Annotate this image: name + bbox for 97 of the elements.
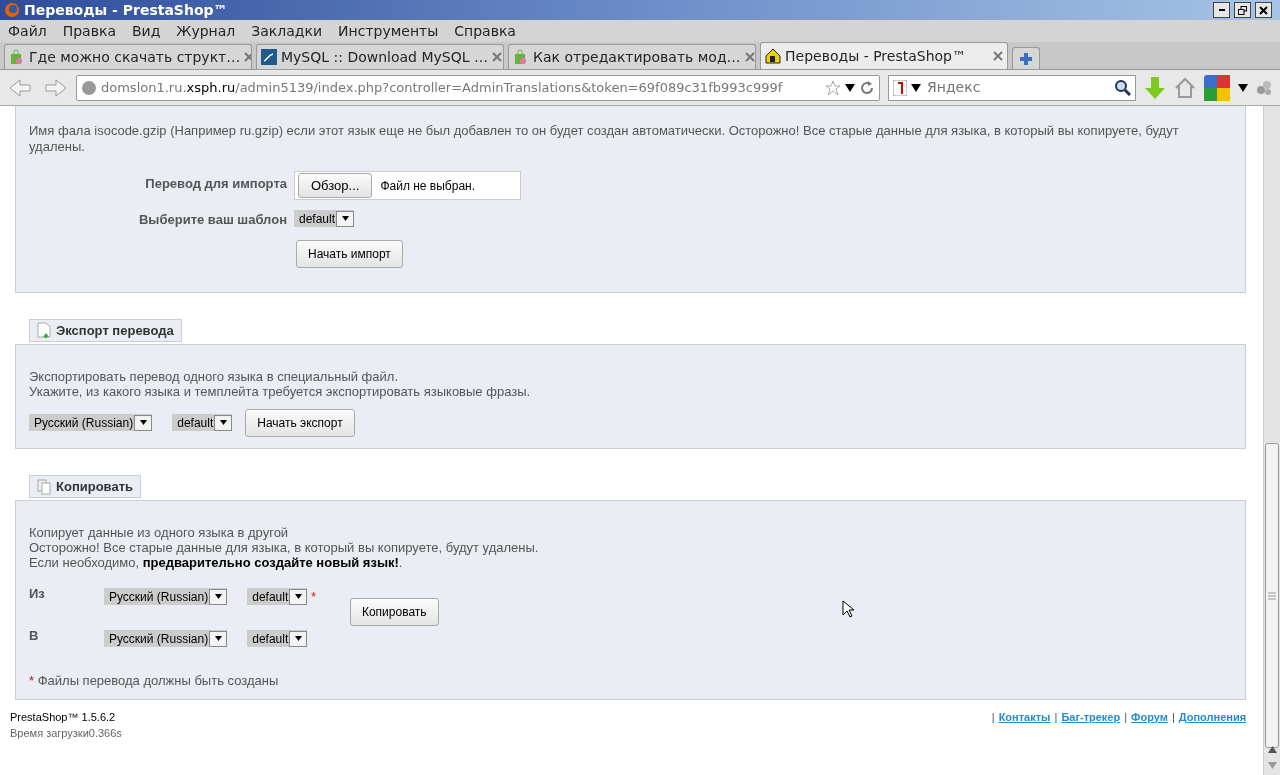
dropdown-arrow-icon[interactable] [845, 83, 855, 92]
separator: | [991, 709, 995, 725]
close-button[interactable] [1255, 2, 1272, 18]
close-icon[interactable] [993, 51, 1003, 61]
footer-link[interactable]: Форум [1131, 708, 1168, 725]
panel-text: Укажите, из какого языка и темплейта требуется экспортировать языковые фразы. [29, 383, 532, 399]
dropdown[interactable]: Русский (Russian) [104, 588, 228, 605]
separator: | [1054, 709, 1058, 725]
footer-link[interactable]: Дополнения [1178, 708, 1247, 725]
shopping-bag-icon [9, 49, 25, 65]
start-export-button[interactable]: Начать экспорт [245, 408, 355, 437]
tab-label: Где можно скачать структ… [29, 47, 241, 67]
close-icon[interactable] [244, 52, 251, 62]
forward-arrow-icon[interactable] [42, 77, 68, 98]
reload-icon[interactable] [859, 79, 875, 96]
required-mark: * [29, 673, 35, 688]
close-icon[interactable] [744, 52, 755, 62]
dropdown[interactable]: Русский (Russian) [29, 414, 153, 432]
load-time-text: Время загрузки0.366s [10, 726, 122, 741]
search-field[interactable]: Яндекс [888, 74, 1136, 101]
pages-icon [37, 478, 51, 495]
field-label: Перевод для импорта [144, 175, 287, 193]
close-icon [1259, 5, 1268, 15]
legend-title: Экспорт перевода [56, 321, 174, 340]
scroll-up-icon[interactable] [1268, 746, 1278, 753]
star-icon[interactable] [825, 79, 841, 96]
panel-text: Копирует данные из одного языка в другой [29, 525, 290, 540]
browser-tab[interactable]: MySQL :: Download MySQL … [256, 44, 504, 69]
browser-tab[interactable]: Переводы - PrestaShop™ [760, 42, 1008, 69]
menu-item[interactable]: Инструменты [338, 20, 439, 42]
menu-item[interactable]: Вид [131, 20, 161, 42]
separator: | [1171, 709, 1175, 725]
tab-label: MySQL :: Download MySQL … [281, 47, 488, 67]
dropdown[interactable]: default [247, 630, 308, 647]
minimize-icon [1218, 9, 1225, 11]
browser-tab[interactable]: Как отредактировать мод… [508, 44, 756, 69]
dropdown-arrow-icon [341, 216, 349, 221]
shopping-bag-icon [513, 49, 529, 65]
scrollbar[interactable] [1263, 106, 1280, 775]
dropdown-arrow-icon [139, 420, 147, 426]
dropdown[interactable]: Русский (Russian) [104, 630, 228, 647]
house-icon [765, 48, 781, 64]
dropdown[interactable]: default [294, 210, 355, 227]
dropdown-arrow-icon [214, 594, 222, 599]
document-icon [37, 322, 51, 339]
restore-button[interactable] [1234, 2, 1251, 18]
new-tab-button[interactable] [1012, 47, 1040, 69]
footer-link[interactable]: Контакты [998, 708, 1051, 725]
file-input[interactable]: Обзор... Файл не выбран. [294, 171, 521, 200]
dropdown-arrow-icon [911, 83, 921, 92]
footnote-text: Файлы перевода должны быть созданы [37, 673, 279, 688]
download-arrow-icon[interactable] [1144, 75, 1166, 100]
menu-item[interactable]: Журнал [176, 20, 236, 42]
legend-title: Копировать [56, 477, 133, 496]
grip-icon [1268, 591, 1277, 600]
search-icon[interactable] [1115, 79, 1131, 96]
dropdown-arrow-icon [219, 420, 227, 426]
restore-icon [1238, 5, 1247, 15]
tab-label: Как отредактировать мод… [533, 47, 741, 67]
back-arrow-icon[interactable] [8, 77, 34, 98]
dropdown[interactable]: default [247, 588, 308, 605]
panel-text: Осторожно! Все старые данные для языка, в который вы копируете, будут удалены. [29, 540, 540, 555]
start-import-button[interactable]: Начать импорт [296, 239, 403, 268]
menu-item[interactable]: Закладки [251, 20, 323, 42]
menu-item[interactable]: Правка [62, 20, 116, 42]
window-title: Переводы - PrestaShop™ [24, 0, 228, 20]
scroll-down-icon[interactable] [1268, 762, 1278, 769]
addon-icon[interactable] [1256, 79, 1272, 96]
browser-tab[interactable]: Где можно скачать структ… [4, 44, 252, 69]
version-text: PrestaShop™ 1.5.6.2 [10, 709, 117, 725]
plus-icon [1019, 51, 1033, 66]
dropdown-arrow-icon[interactable] [1238, 83, 1248, 92]
dropdown[interactable]: default [172, 414, 233, 432]
copy-button[interactable]: Копировать [349, 597, 439, 626]
menu-item[interactable]: Файл [8, 20, 47, 42]
globe-icon [81, 79, 97, 96]
separator: | [1124, 709, 1128, 725]
address-field[interactable]: domslon1.ru.xsph.ru/admin5139/index.php?controller=AdminTranslations&token=69f089c31fb993c999f [76, 74, 880, 101]
dropdown-arrow-icon [214, 636, 222, 641]
home-icon[interactable] [1174, 76, 1196, 99]
minimize-button[interactable] [1213, 2, 1230, 18]
close-icon[interactable] [491, 52, 502, 62]
panel-text: Экспортировать перевод одного языка в специальный файл. [29, 368, 399, 384]
footer-link[interactable]: Баг-трекер [1061, 708, 1121, 725]
panel-note: Имя фала isocode.gzip (Например ru.gzip) если этот язык еще не был добавлен то он будет создан автоматически. Осторожно! Все старые данные для языка, в который вы копируете, будут удалены. [29, 123, 1180, 155]
menu-item[interactable]: Справка [454, 20, 516, 42]
scroll-thumb[interactable] [1265, 443, 1279, 748]
browse-button[interactable]: Обзор... [298, 172, 373, 199]
field-label: Выберите ваш шаблон [137, 211, 287, 229]
cursor-icon [842, 600, 854, 618]
tab-label: Переводы - PrestaShop™ [785, 46, 967, 66]
panel-text: Если необходимо, предварительно создайте новый язык!. [29, 555, 404, 570]
dropdown-arrow-icon [294, 594, 302, 599]
field-label: Из [29, 585, 46, 603]
field-label: В [29, 627, 40, 645]
dropdown-arrow-icon [294, 636, 302, 641]
required-mark: * [311, 589, 316, 606]
